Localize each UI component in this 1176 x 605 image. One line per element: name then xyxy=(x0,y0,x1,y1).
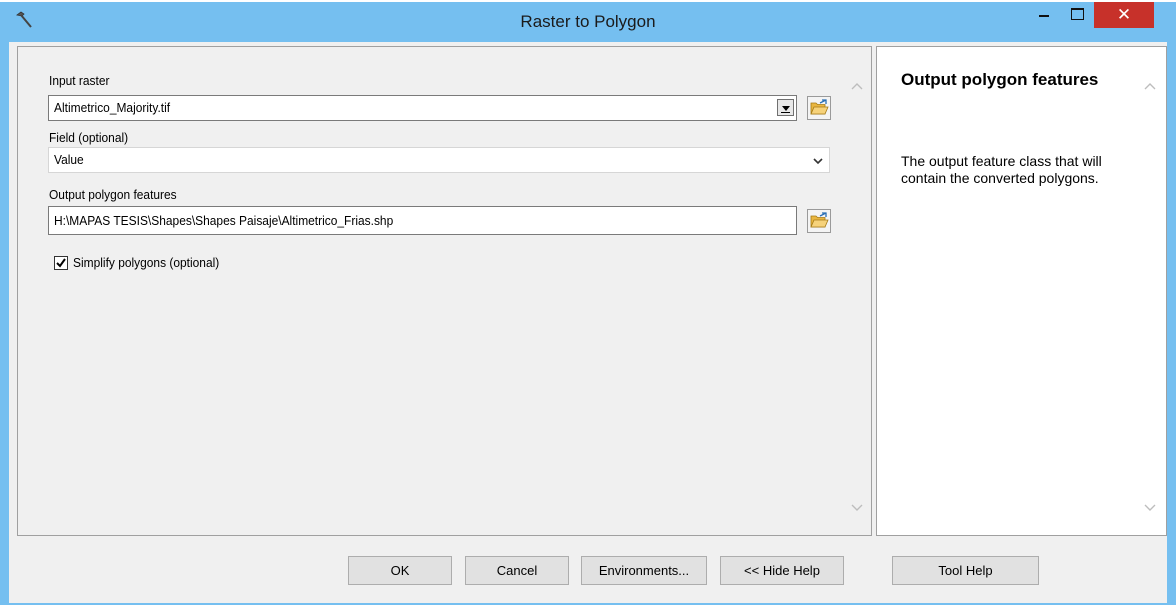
chevron-down-icon[interactable] xyxy=(1143,503,1157,513)
open-folder-icon[interactable] xyxy=(807,209,831,233)
parameters-panel: Input raster Altimetrico_Majority.tif Fi… xyxy=(17,46,872,536)
chevron-up-icon[interactable] xyxy=(850,81,864,91)
simplify-polygons-checkbox[interactable] xyxy=(54,256,68,270)
chevron-up-icon[interactable] xyxy=(1143,81,1157,91)
environments-button[interactable]: Environments... xyxy=(581,556,707,585)
title-bar[interactable]: Raster to Polygon ✕ xyxy=(0,2,1176,42)
window-title: Raster to Polygon xyxy=(520,12,656,31)
minimize-icon xyxy=(1039,15,1049,17)
help-panel: Output polygon features The output featu… xyxy=(876,46,1167,536)
close-button[interactable]: ✕ xyxy=(1094,2,1154,28)
maximize-button[interactable] xyxy=(1063,2,1091,26)
maximize-icon xyxy=(1071,8,1084,20)
input-raster-combo[interactable]: Altimetrico_Majority.tif xyxy=(48,95,797,121)
output-features-value: H:\MAPAS TESIS\Shapes\Shapes Paisaje\Alt… xyxy=(54,213,394,228)
help-description: The output feature class that will conta… xyxy=(901,153,1102,186)
output-features-label: Output polygon features xyxy=(49,187,177,202)
hide-help-button[interactable]: << Hide Help xyxy=(720,556,844,585)
ok-button[interactable]: OK xyxy=(348,556,452,585)
field-label: Field (optional) xyxy=(49,130,129,145)
output-features-input[interactable]: H:\MAPAS TESIS\Shapes\Shapes Paisaje\Alt… xyxy=(48,206,797,235)
open-folder-icon[interactable] xyxy=(807,96,831,120)
tool-help-button[interactable]: Tool Help xyxy=(892,556,1039,585)
field-combo[interactable]: Value xyxy=(48,147,830,173)
close-icon: ✕ xyxy=(1116,5,1132,25)
help-title: Output polygon features xyxy=(901,70,1099,89)
dropdown-arrow-icon xyxy=(782,106,790,111)
input-raster-label: Input raster xyxy=(49,73,110,88)
checkmark-icon xyxy=(56,258,66,268)
dropdown-arrow-underline xyxy=(781,112,790,113)
minimize-button[interactable] xyxy=(1030,2,1058,26)
dialog-window: Raster to Polygon ✕ Input raster Altimet… xyxy=(0,2,1176,605)
chevron-down-icon[interactable] xyxy=(850,503,864,513)
dialog-client: Input raster Altimetrico_Majority.tif Fi… xyxy=(9,42,1167,603)
input-raster-value: Altimetrico_Majority.tif xyxy=(54,100,171,115)
input-raster-dropdown-button[interactable] xyxy=(777,99,794,116)
field-value: Value xyxy=(54,152,84,167)
simplify-polygons-label: Simplify polygons (optional) xyxy=(73,255,220,270)
cancel-button[interactable]: Cancel xyxy=(465,556,569,585)
chevron-down-icon[interactable] xyxy=(812,156,824,166)
